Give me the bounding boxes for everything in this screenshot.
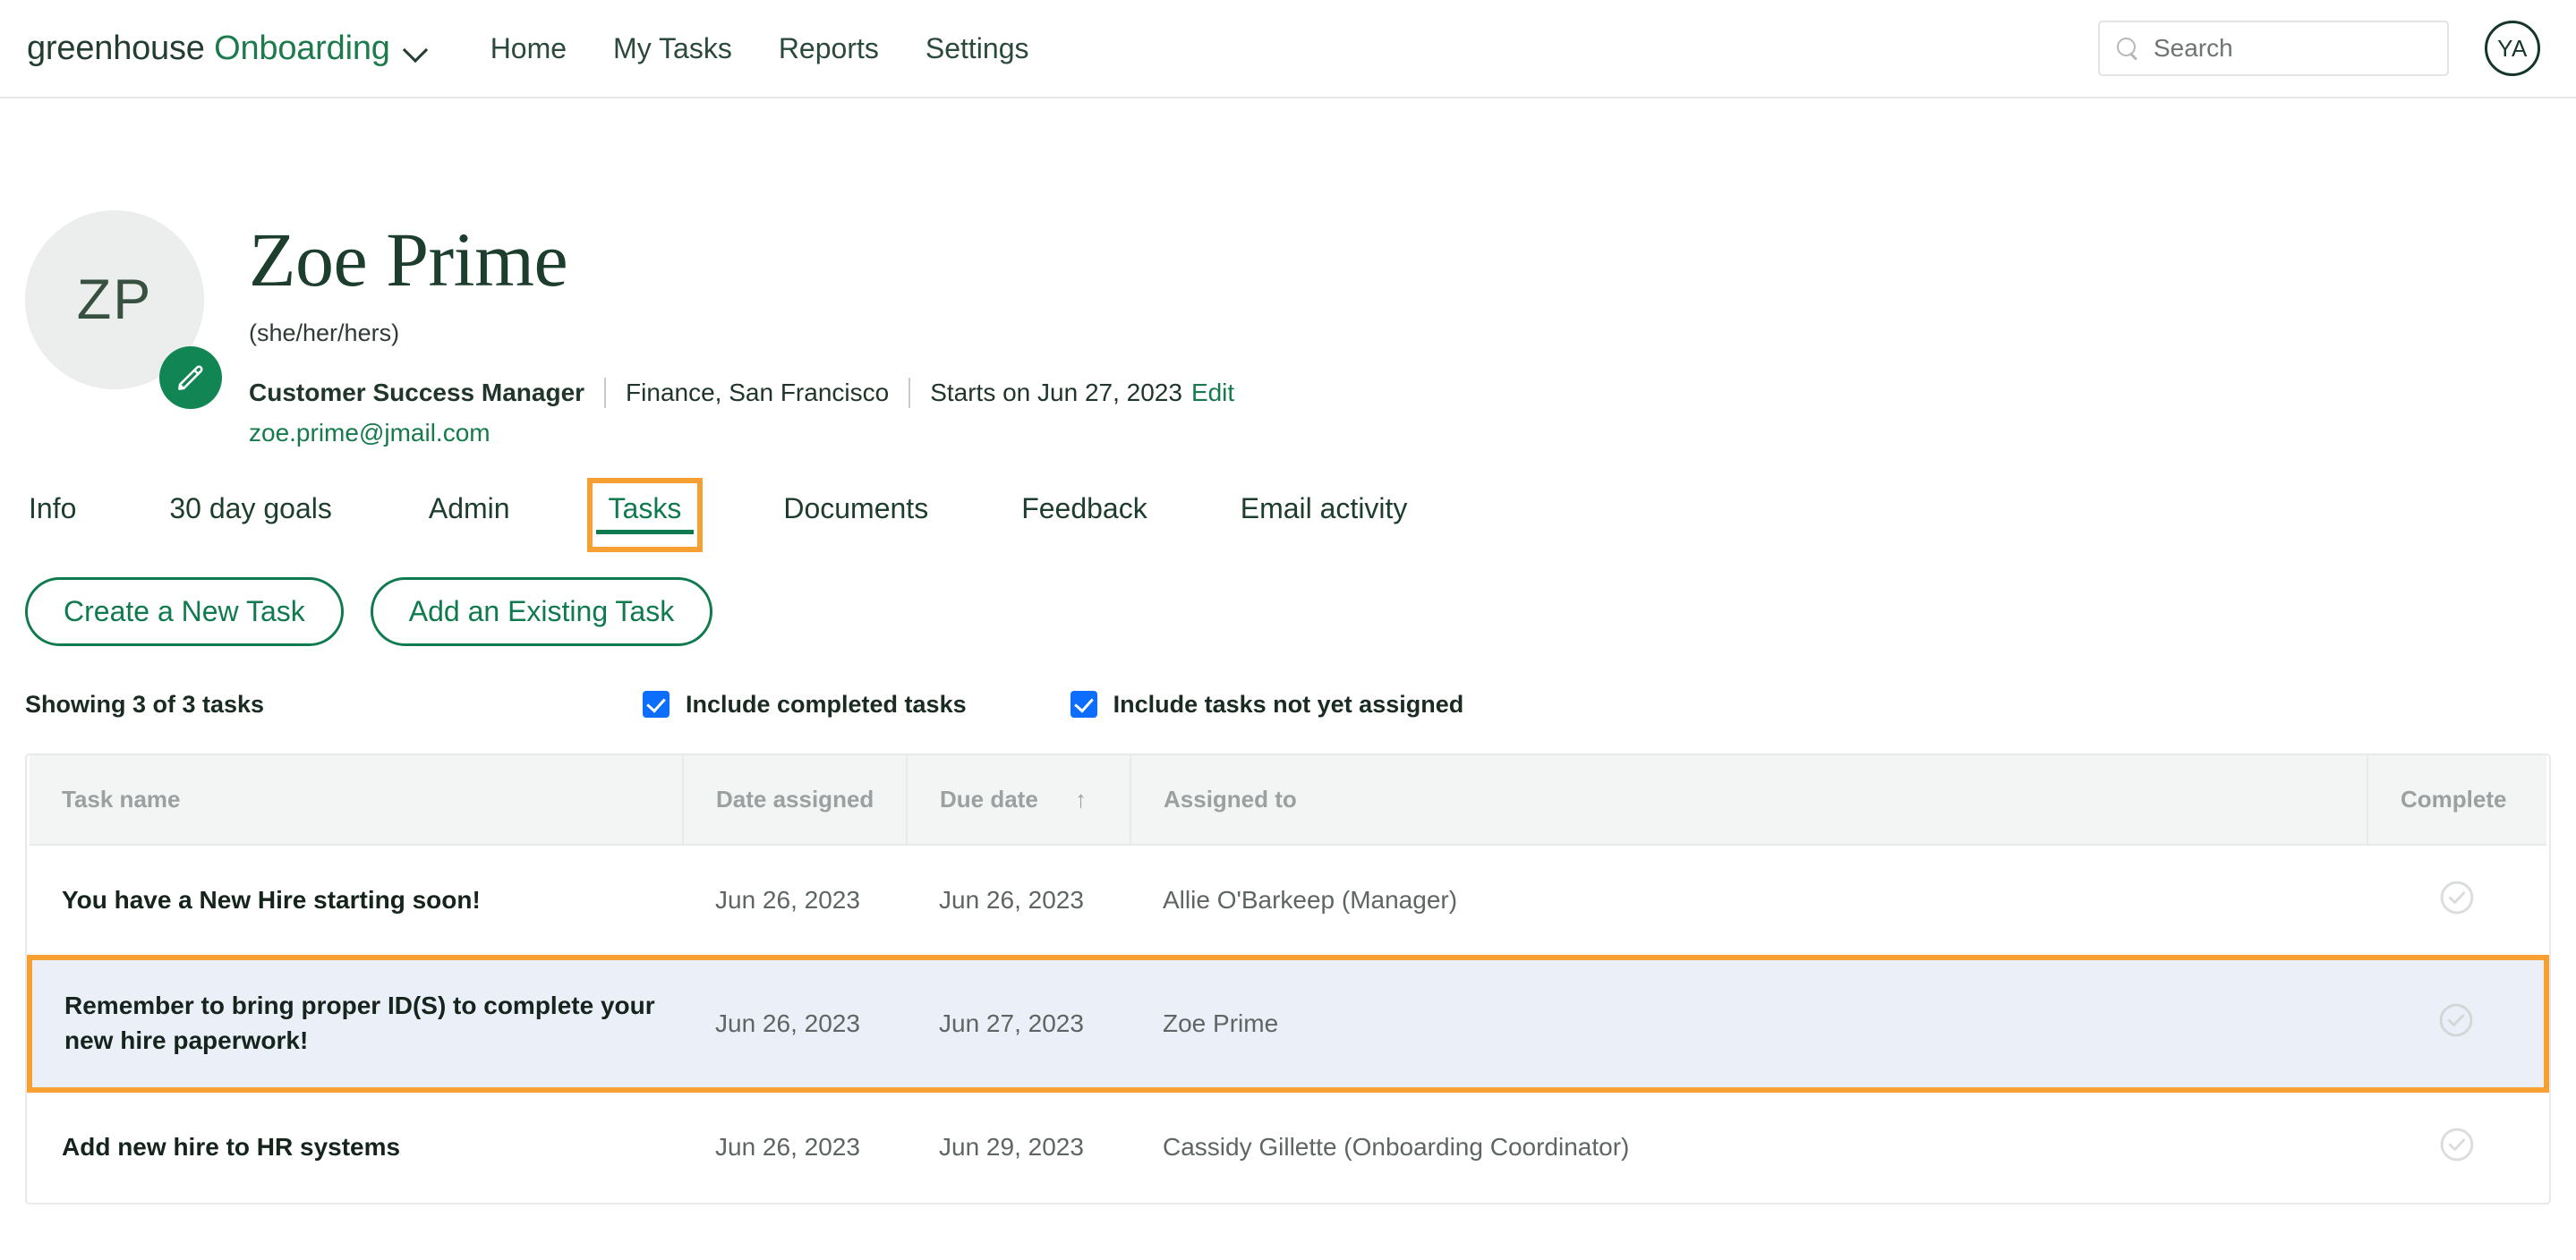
tasks-table: Task name Date assigned Due date ↑ Assig… [27, 755, 2549, 1203]
check-circle-icon[interactable] [2437, 878, 2477, 924]
checkbox-icon[interactable] [643, 691, 670, 719]
profile-meta-row: Customer Success Manager Finance, San Fr… [249, 378, 1234, 409]
table-header-row: Task name Date assigned Due date ↑ Assig… [30, 755, 2546, 847]
cell-complete[interactable] [2367, 845, 2546, 958]
filter-include-completed-label: Include completed tasks [686, 690, 967, 718]
profile-start-date: Starts on Jun 27, 2023 [930, 379, 1182, 407]
table-row[interactable]: Add new hire to HR systems Jun 26, 2023 … [30, 1089, 2546, 1203]
column-header-assigned-to[interactable]: Assigned to [1130, 755, 2368, 847]
tasks-table-head: Task name Date assigned Due date ↑ Assig… [30, 755, 2546, 847]
cell-due-date: Jun 27, 2023 [907, 955, 1130, 1093]
brand-text: greenhouse Onboarding [27, 30, 390, 68]
column-header-complete[interactable]: Complete [2367, 755, 2546, 847]
checkbox-icon[interactable] [1070, 691, 1097, 719]
filter-include-unassigned[interactable]: Include tasks not yet assigned [1070, 690, 1464, 719]
edit-profile-link[interactable]: Edit [1191, 379, 1234, 407]
cell-task-name: You have a New Hire starting soon! [30, 845, 683, 958]
column-header-due-date[interactable]: Due date ↑ [907, 755, 1131, 847]
profile-header: ZP Zoe Prime (she/her/hers) Customer Suc… [0, 98, 2576, 447]
tasks-table-container: Task name Date assigned Due date ↑ Assig… [25, 753, 2551, 1205]
column-header-task-name[interactable]: Task name [30, 755, 684, 847]
nav-item-reports[interactable]: Reports [779, 32, 879, 65]
filter-include-unassigned-label: Include tasks not yet assigned [1113, 690, 1464, 718]
profile-pronouns: (she/her/hers) [249, 319, 400, 347]
topbar-right-cluster: YA [2098, 21, 2540, 76]
user-avatar[interactable]: YA [2485, 21, 2540, 76]
profile-email-link[interactable]: zoe.prime@jmail.com [249, 419, 1234, 447]
pencil-icon [178, 365, 203, 390]
column-header-due-date-label: Due date [940, 786, 1038, 813]
showing-count-text: Showing 3 of 3 tasks [25, 690, 265, 718]
nav-item-home[interactable]: Home [490, 32, 567, 65]
cell-task-name: Add new hire to HR systems [30, 1089, 683, 1203]
profile-job-title: Customer Success Manager [249, 379, 585, 407]
nav-item-settings[interactable]: Settings [925, 32, 1029, 65]
cell-complete[interactable] [2367, 955, 2549, 1093]
main-nav-links: Home My Tasks Reports Settings [490, 32, 1029, 65]
cell-assigned-to: Allie O'Barkeep (Manager) [1130, 845, 2367, 958]
tab-documents[interactable]: Documents [780, 483, 932, 545]
cell-assigned-to: Cassidy Gillette (Onboarding Coordinator… [1130, 1089, 2367, 1203]
meta-divider [908, 378, 911, 409]
profile-tabs: Info 30 day goals Admin Tasks Documents … [25, 478, 2576, 553]
avatar-container: ZP [25, 210, 249, 447]
check-circle-icon[interactable] [2437, 1125, 2477, 1171]
column-header-date-assigned[interactable]: Date assigned [683, 755, 908, 847]
edit-avatar-button[interactable] [159, 346, 222, 409]
tab-active-underline [595, 530, 695, 535]
tasks-table-body: You have a New Hire starting soon! Jun 2… [27, 845, 2549, 1203]
table-row[interactable]: You have a New Hire starting soon! Jun 2… [30, 845, 2546, 958]
tab-email-activity[interactable]: Email activity [1237, 483, 1412, 545]
create-new-task-button[interactable]: Create a New Task [25, 577, 344, 647]
brand-logo[interactable]: greenhouse Onboarding [27, 30, 430, 68]
page-title: Zoe Prime [249, 217, 568, 302]
tab-tasks-label: Tasks [608, 492, 682, 525]
task-action-buttons: Create a New Task Add an Existing Task [25, 577, 2576, 647]
cell-assigned-to: Zoe Prime [1130, 955, 2367, 1093]
check-circle-icon[interactable] [2436, 1000, 2476, 1046]
cell-task-name: Remember to bring proper ID(S) to comple… [27, 955, 683, 1093]
nav-item-my-tasks[interactable]: My Tasks [613, 32, 732, 65]
cell-due-date: Jun 29, 2023 [907, 1089, 1130, 1203]
profile-department-location: Finance, San Francisco [626, 379, 890, 407]
cell-date-assigned: Jun 26, 2023 [683, 1089, 907, 1203]
tab-tasks[interactable]: Tasks [586, 478, 704, 553]
tab-feedback[interactable]: Feedback [1018, 483, 1151, 545]
search-icon [2116, 37, 2139, 60]
cell-date-assigned: Jun 26, 2023 [683, 955, 907, 1093]
chevron-down-icon[interactable] [403, 40, 430, 56]
cell-due-date: Jun 26, 2023 [907, 845, 1130, 958]
brand-name-greenhouse: greenhouse [27, 29, 205, 67]
tab-30-day-goals[interactable]: 30 day goals [166, 483, 335, 545]
search-input[interactable] [2154, 34, 2431, 63]
filter-include-completed[interactable]: Include completed tasks [643, 691, 967, 719]
sort-ascending-icon[interactable]: ↑ [1075, 786, 1087, 813]
profile-details: Zoe Prime (she/her/hers) Customer Succes… [249, 210, 1234, 447]
search-box[interactable] [2098, 21, 2449, 76]
table-row[interactable]: Remember to bring proper ID(S) to comple… [27, 955, 2549, 1093]
task-filter-row: Showing 3 of 3 tasks Include completed t… [25, 685, 2576, 723]
tab-admin[interactable]: Admin [425, 483, 514, 545]
top-navigation-bar: greenhouse Onboarding Home My Tasks Repo… [0, 0, 2576, 98]
cell-complete[interactable] [2367, 1089, 2546, 1203]
cell-date-assigned: Jun 26, 2023 [683, 845, 907, 958]
add-existing-task-button[interactable]: Add an Existing Task [370, 577, 713, 647]
brand-name-onboarding: Onboarding [214, 29, 390, 67]
tab-info[interactable]: Info [25, 483, 80, 545]
meta-divider [604, 378, 607, 409]
